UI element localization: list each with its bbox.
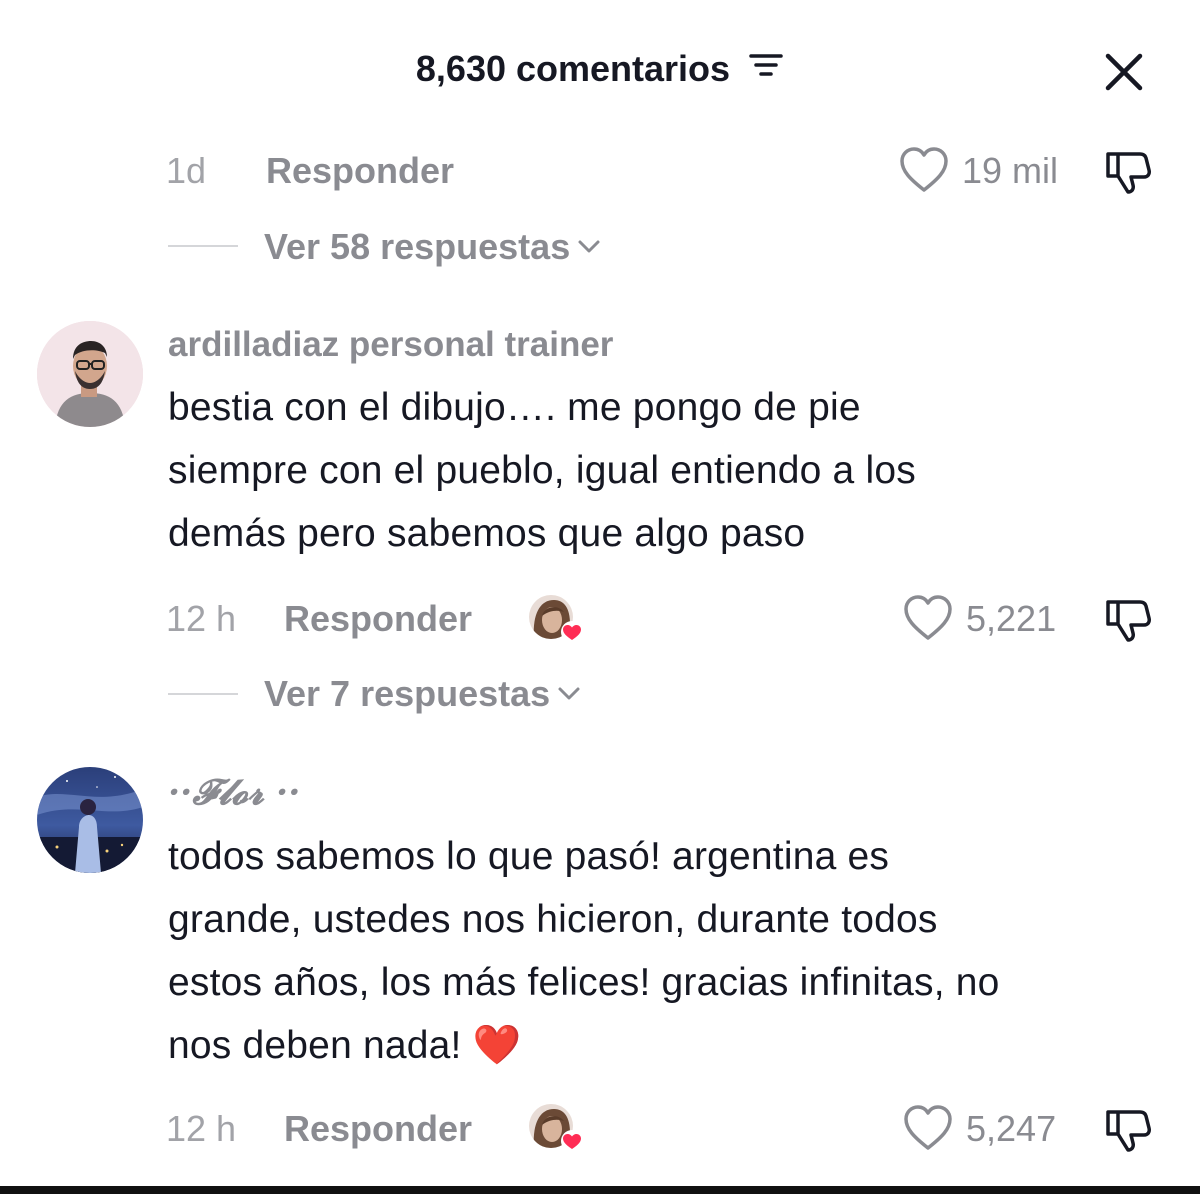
comments-count-title: 8,630 comentarios [415,48,731,89]
creator-liked-avatar [528,594,583,646]
comment-text-line: demás pero sabemos que algo paso [168,512,806,555]
bottom-edge-bar [0,1186,1200,1194]
comment-username[interactable]: ··𝓕𝓵𝓸𝓻 ·· [168,770,300,816]
avatar[interactable] [37,767,143,873]
dislike-icon[interactable] [1102,594,1154,646]
creator-liked-avatar [528,1103,583,1155]
comment-text-line: estos años, los más felices! gracias inf… [168,961,1000,1004]
comment-time: 12 h [166,598,237,639]
like-count: 19 mil [962,150,1059,191]
comment-text: todos sabemos lo que pasó! argentina es … [168,825,1178,1077]
like-count: 5,247 [966,1108,1057,1149]
comments-header: 8,630 comentarios [0,46,1200,92]
sort-filter-icon[interactable] [748,45,784,91]
heart-badge-icon [561,1130,583,1152]
chevron-down-icon [558,687,580,700]
heart-outline-icon[interactable] [902,1104,956,1154]
avatar[interactable] [37,321,143,427]
comment-text-line: todos sabemos lo que pasó! argentina es [168,835,890,878]
heart-outline-icon[interactable] [898,146,952,196]
heart-outline-icon[interactable] [902,594,956,644]
view-replies-label: Ver 7 respuestas [264,673,551,714]
reply-button[interactable]: Responder [266,146,454,196]
chevron-down-icon [578,240,600,253]
view-replies-button[interactable]: Ver 58 respuestas [264,222,602,272]
dislike-icon[interactable] [1102,1104,1154,1156]
comment-text-line: siempre con el pueblo, igual entiendo a … [168,449,916,492]
heart-badge-icon [561,621,583,643]
view-replies-label: Ver 58 respuestas [264,226,571,267]
comment-username[interactable]: ardilladiaz personal trainer [168,322,613,368]
close-icon[interactable] [1098,46,1150,98]
reply-button[interactable]: Responder [284,1104,472,1154]
comment-time: 12 h [166,1108,237,1149]
like-count: 5,221 [966,598,1057,639]
comment-time: 1d [166,150,207,191]
comment-text: bestia con el dibujo…. me pongo de pie s… [168,376,1178,565]
view-replies-button[interactable]: Ver 7 respuestas [264,669,582,719]
reply-button[interactable]: Responder [284,594,472,644]
replies-divider [168,693,238,695]
comment-text-line: bestia con el dibujo…. me pongo de pie [168,386,861,429]
comment-text-line: grande, ustedes nos hicieron, durante to… [168,898,938,941]
replies-divider [168,245,238,247]
dislike-icon[interactable] [1102,146,1154,198]
comment-text-line: nos deben nada! ❤️ [168,1024,522,1067]
